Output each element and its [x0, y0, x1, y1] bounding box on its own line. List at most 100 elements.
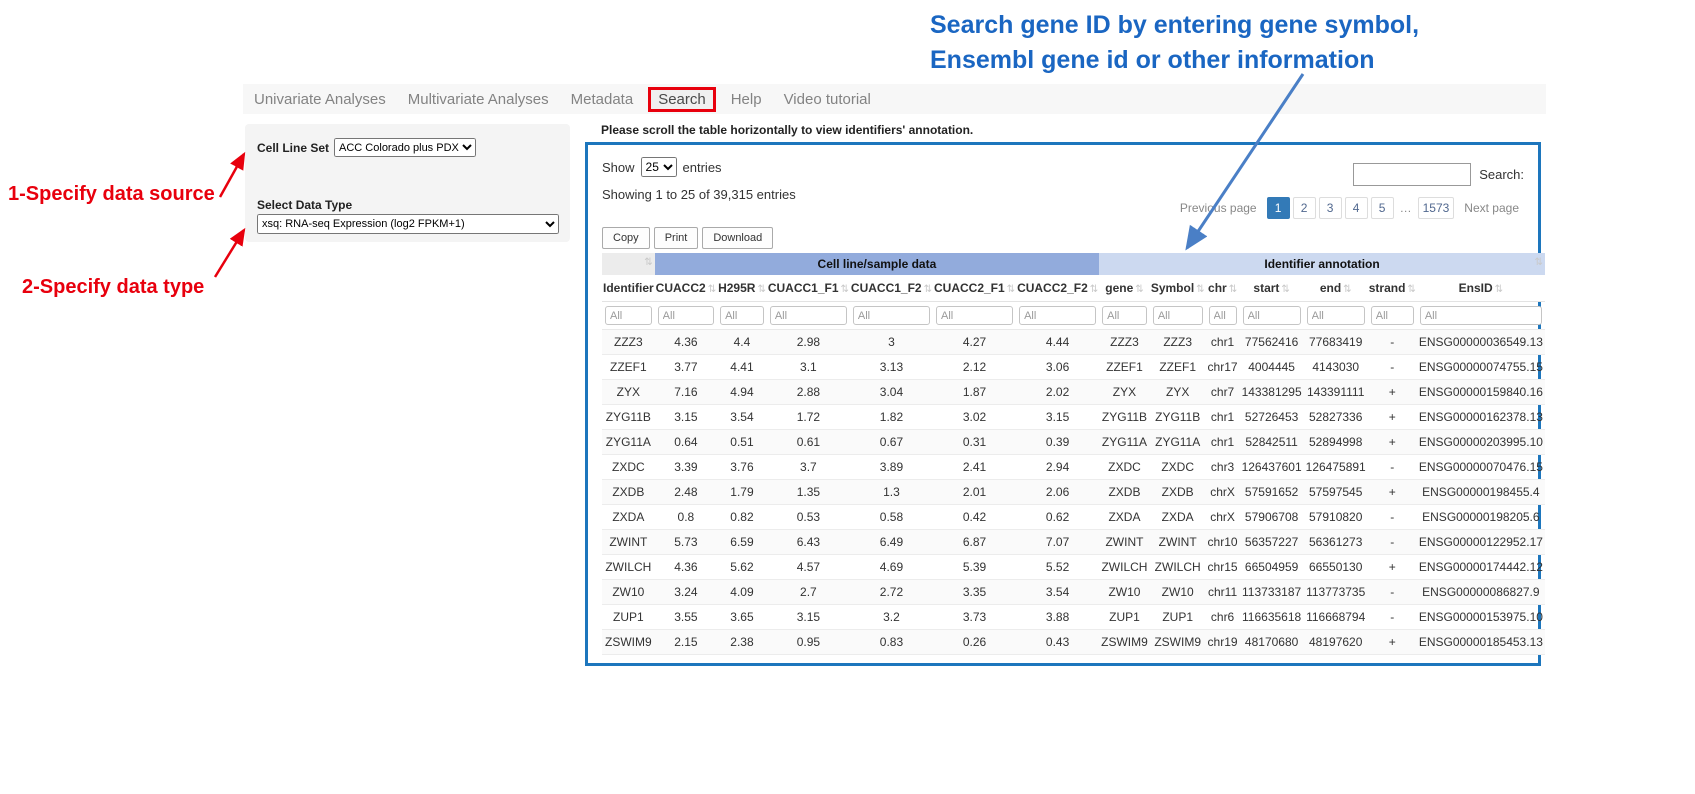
cell-gene: ZXDC: [1099, 455, 1150, 480]
page-button-4[interactable]: 4: [1345, 197, 1368, 219]
nav-item-search[interactable]: Search: [648, 87, 716, 112]
cell-identifier: ZW10: [602, 580, 655, 605]
column-label: chr: [1208, 281, 1227, 295]
column-header-cuacc2-f1[interactable]: CUACC2_F1⇅: [933, 275, 1016, 302]
filter-cell-symbol: [1150, 302, 1206, 330]
table-search-input[interactable]: [1353, 163, 1471, 186]
filter-input-end[interactable]: [1307, 306, 1365, 325]
filter-input-strand[interactable]: [1371, 306, 1414, 325]
cell-cuacc2-f2: 2.02: [1016, 380, 1099, 405]
filter-input-cuacc2-f2[interactable]: [1019, 306, 1096, 325]
column-header-ensid[interactable]: EnsID⇅: [1417, 275, 1545, 302]
cell-chr: chr1: [1206, 430, 1240, 455]
column-header-h295r[interactable]: H295R⇅: [717, 275, 767, 302]
cell-cuacc2-f2: 2.06: [1016, 480, 1099, 505]
cell-cuacc2-f1: 5.39: [933, 555, 1016, 580]
page-button-5[interactable]: 5: [1371, 197, 1394, 219]
sort-icon: ⇅: [1196, 284, 1204, 295]
column-header-end[interactable]: end⇅: [1304, 275, 1368, 302]
previous-page-button[interactable]: Previous page: [1173, 198, 1264, 218]
cell-end: 116668794: [1304, 605, 1368, 630]
sort-icon: ⇅: [1090, 284, 1098, 295]
copy-button[interactable]: Copy: [602, 227, 650, 249]
cell-start: 52726453: [1240, 405, 1304, 430]
cell-gene: ZSWIM9: [1099, 630, 1150, 655]
filter-input-cuacc2-f1[interactable]: [936, 306, 1013, 325]
column-header-chr[interactable]: chr⇅: [1206, 275, 1240, 302]
filter-input-cuacc1-f2[interactable]: [853, 306, 930, 325]
filter-input-ensid[interactable]: [1420, 306, 1542, 325]
cell-gene: ZXDA: [1099, 505, 1150, 530]
cell-h295r: 6.59: [717, 530, 767, 555]
cell-end: 56361273: [1304, 530, 1368, 555]
cell-cuacc1-f1: 1.72: [767, 405, 850, 430]
sort-icon: ⇅: [1535, 257, 1543, 268]
cell-chr: chr19: [1206, 630, 1240, 655]
cell-cuacc2-f1: 1.87: [933, 380, 1016, 405]
filter-input-symbol[interactable]: [1153, 306, 1203, 325]
page-button-3[interactable]: 3: [1319, 197, 1342, 219]
cell-line-set-select[interactable]: ACC Colorado plus PDX: [334, 138, 476, 157]
nav-item-video-tutorial[interactable]: Video tutorial: [773, 91, 882, 108]
nav-item-multivariate-analyses[interactable]: Multivariate Analyses: [397, 91, 560, 108]
filter-input-start[interactable]: [1243, 306, 1301, 325]
cell-h295r: 4.94: [717, 380, 767, 405]
filter-input-cuacc1-f1[interactable]: [770, 306, 847, 325]
next-page-button[interactable]: Next page: [1457, 198, 1526, 218]
print-button[interactable]: Print: [654, 227, 699, 249]
page-button-1573[interactable]: 1573: [1418, 197, 1455, 219]
show-label: Show: [602, 160, 635, 175]
cell-identifier: ZYG11A: [602, 430, 655, 455]
cell-cuacc2: 3.39: [655, 455, 717, 480]
column-label: EnsID: [1459, 281, 1493, 295]
page-button-1[interactable]: 1: [1267, 197, 1290, 219]
sort-icon: ⇅: [1281, 284, 1289, 295]
column-header-cuacc2-f2[interactable]: CUACC2_F2⇅: [1016, 275, 1099, 302]
gene-data-table: ⇅Cell line/sample dataIdentifier annotat…: [602, 253, 1545, 655]
table-row: ZXDA0.80.820.530.580.420.62ZXDAZXDAchrX5…: [602, 505, 1545, 530]
cell-cuacc1-f2: 0.58: [850, 505, 933, 530]
cell-strand: +: [1368, 630, 1417, 655]
cell-cuacc1-f2: 3.13: [850, 355, 933, 380]
filter-input-identifier[interactable]: [605, 306, 652, 325]
column-header-start[interactable]: start⇅: [1240, 275, 1304, 302]
table-row: ZYG11B3.153.541.721.823.023.15ZYG11BZYG1…: [602, 405, 1545, 430]
table-row: ZUP13.553.653.153.23.733.88ZUP1ZUP1chr61…: [602, 605, 1545, 630]
top-annotation: Search gene ID by entering gene symbol, …: [930, 8, 1419, 78]
download-button[interactable]: Download: [702, 227, 773, 249]
page-length-select[interactable]: 25: [641, 157, 677, 177]
column-label: end: [1320, 281, 1341, 295]
cell-start: 77562416: [1240, 330, 1304, 355]
cell-cuacc1-f1: 0.53: [767, 505, 850, 530]
page-button-2[interactable]: 2: [1293, 197, 1316, 219]
nav-item-metadata[interactable]: Metadata: [560, 91, 645, 108]
cell-cuacc2-f2: 0.43: [1016, 630, 1099, 655]
column-label: gene: [1105, 281, 1133, 295]
nav-item-help[interactable]: Help: [720, 91, 773, 108]
column-header-gene[interactable]: gene⇅: [1099, 275, 1150, 302]
top-annotation-line1: Search gene ID by entering gene symbol,: [930, 8, 1419, 43]
data-type-select[interactable]: xsq: RNA-seq Expression (log2 FPKM+1): [257, 214, 559, 234]
cell-end: 57910820: [1304, 505, 1368, 530]
cell-chr: chr17: [1206, 355, 1240, 380]
cell-strand: -: [1368, 530, 1417, 555]
cell-strand: -: [1368, 605, 1417, 630]
cell-ensid: ENSG00000203995.10: [1417, 430, 1545, 455]
filter-cell-end: [1304, 302, 1368, 330]
column-header-strand[interactable]: strand⇅: [1368, 275, 1417, 302]
nav-item-univariate-analyses[interactable]: Univariate Analyses: [243, 91, 397, 108]
filter-input-gene[interactable]: [1102, 306, 1147, 325]
cell-h295r: 3.76: [717, 455, 767, 480]
cell-cuacc1-f1: 2.7: [767, 580, 850, 605]
column-header-cuacc2[interactable]: CUACC2⇅: [655, 275, 717, 302]
column-header-cuacc1-f1[interactable]: CUACC1_F1⇅: [767, 275, 850, 302]
filter-input-h295r[interactable]: [720, 306, 764, 325]
filter-input-chr[interactable]: [1209, 306, 1237, 325]
cell-cuacc1-f2: 0.67: [850, 430, 933, 455]
filter-cell-identifier: [602, 302, 655, 330]
column-header-cuacc1-f2[interactable]: CUACC1_F2⇅: [850, 275, 933, 302]
column-header-symbol[interactable]: Symbol⇅: [1150, 275, 1206, 302]
filter-input-cuacc2[interactable]: [658, 306, 714, 325]
cell-ensid: ENSG00000074755.15: [1417, 355, 1545, 380]
column-header-identifier[interactable]: Identifier: [602, 275, 655, 302]
